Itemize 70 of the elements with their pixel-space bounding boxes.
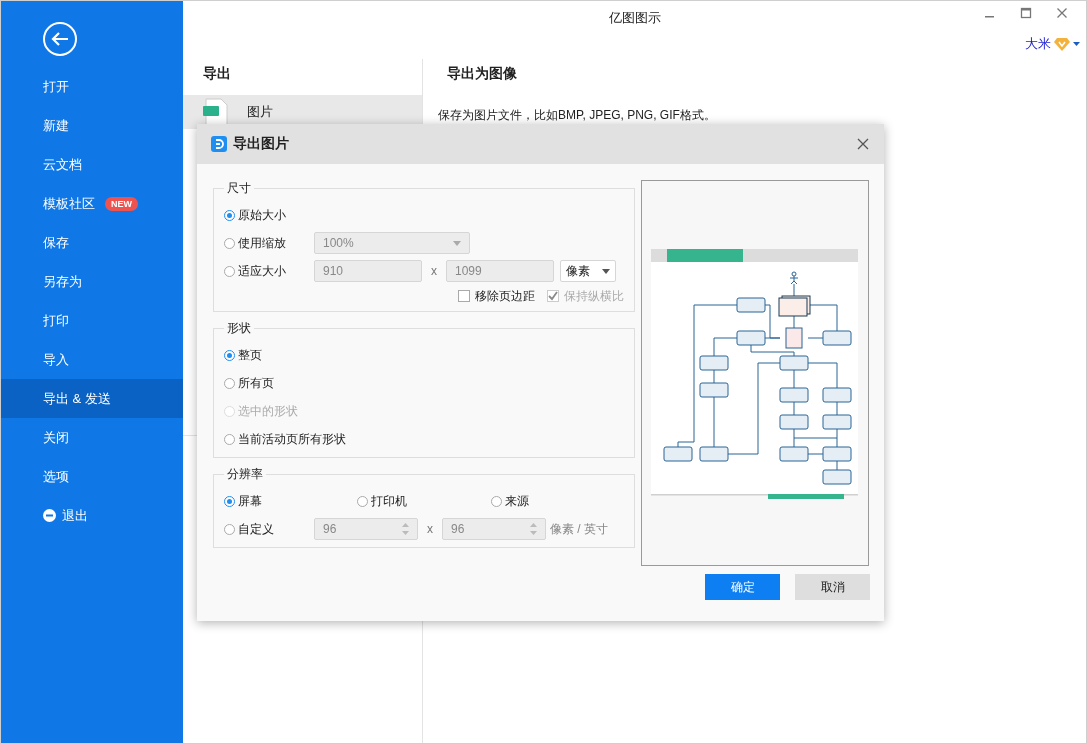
- unit-dropdown[interactable]: 像素: [560, 260, 616, 282]
- caret-icon[interactable]: [1073, 41, 1080, 47]
- sidebar-item[interactable]: 新建: [1, 106, 183, 145]
- panel-title: 导出: [202, 64, 232, 83]
- sidebar-label: 保存: [43, 233, 69, 252]
- radio-option[interactable]: 所有页: [224, 374, 274, 392]
- caret-icon: [453, 240, 461, 246]
- width-field[interactable]: 910: [314, 260, 422, 282]
- dpi-spin-field[interactable]: 96: [442, 518, 546, 540]
- checkbox-option[interactable]: 移除页边距: [458, 287, 535, 305]
- radio-option[interactable]: 打印机: [357, 492, 491, 510]
- scale-dropdown[interactable]: 100%: [314, 232, 470, 254]
- sidebar-item[interactable]: 导出 & 发送: [1, 379, 183, 418]
- sidebar-item[interactable]: 云文档: [1, 145, 183, 184]
- radio-option[interactable]: 适应大小: [224, 262, 314, 280]
- spinner-arrows-icon: [530, 521, 537, 537]
- app-logo-icon: [211, 136, 227, 152]
- description-text: 保存为图片文件，比如BMP, JPEG, PNG, GIF格式。: [437, 107, 717, 124]
- sidebar-label: 导入: [43, 350, 69, 369]
- sidebar-item[interactable]: 导入: [1, 340, 183, 379]
- radio-option[interactable]: 屏幕: [224, 492, 358, 510]
- sidebar-label: 新建: [43, 116, 69, 135]
- radio-option[interactable]: 来源: [490, 492, 624, 510]
- exit-icon: [43, 509, 56, 522]
- times-sign: x: [430, 264, 438, 278]
- close-icon[interactable]: [1056, 7, 1068, 19]
- radio-option[interactable]: 自定义: [224, 520, 314, 538]
- sidebar-item[interactable]: 选项: [1, 457, 183, 496]
- close-icon[interactable]: [856, 137, 870, 151]
- group-title: 分辨率: [226, 466, 264, 483]
- radio-option[interactable]: 当前活动页所有形状: [224, 430, 346, 448]
- height-field[interactable]: 1099: [446, 260, 554, 282]
- sidebar-label: 另存为: [43, 272, 82, 291]
- radio-option[interactable]: 原始大小: [224, 206, 286, 224]
- times-sign: x: [426, 522, 434, 536]
- sidebar-label: 选项: [43, 467, 69, 486]
- radio-option[interactable]: 整页: [224, 346, 262, 364]
- maximize-icon[interactable]: [1020, 7, 1032, 19]
- sidebar-item[interactable]: 另存为: [1, 262, 183, 301]
- image-file-icon: [203, 98, 229, 126]
- user-name[interactable]: 大米: [1025, 35, 1051, 53]
- back-button[interactable]: [42, 21, 78, 57]
- spinner-arrows-icon: [402, 521, 409, 537]
- dpi-spin-field[interactable]: 96: [314, 518, 418, 540]
- panel-title: 导出为图像: [446, 64, 518, 83]
- sidebar-label: 模板社区: [43, 194, 95, 213]
- sidebar-item[interactable]: 退出: [1, 496, 183, 535]
- sidebar-item[interactable]: 保存: [1, 223, 183, 262]
- group-title: 尺寸: [226, 180, 252, 197]
- cancel-button[interactable]: 取消: [795, 574, 870, 600]
- unit-label: 像素 / 英寸: [550, 520, 608, 538]
- window-title: 亿图图示: [607, 9, 662, 27]
- group-title: 形状: [226, 320, 252, 337]
- vip-diamond-icon: [1054, 37, 1070, 51]
- new-badge: NEW: [105, 196, 138, 211]
- sidebar-label: 导出 & 发送: [43, 389, 111, 408]
- ok-button[interactable]: 确定: [705, 574, 780, 600]
- dialog-title: 导出图片: [233, 135, 290, 153]
- sidebar-item[interactable]: 关闭: [1, 418, 183, 457]
- sidebar-label: 打印: [43, 311, 69, 330]
- sidebar-item[interactable]: 打开: [1, 67, 183, 106]
- caret-icon: [602, 268, 610, 274]
- sidebar-label: 关闭: [43, 428, 69, 447]
- sidebar-item[interactable]: 打印: [1, 301, 183, 340]
- radio-option[interactable]: 使用缩放: [224, 234, 314, 252]
- sidebar-label: 退出: [62, 506, 88, 525]
- sidebar-label: 云文档: [43, 155, 82, 174]
- sidebar-item[interactable]: 模板社区 NEW: [1, 184, 183, 223]
- check-icon: [548, 291, 558, 301]
- sidebar-label: 打开: [43, 77, 69, 96]
